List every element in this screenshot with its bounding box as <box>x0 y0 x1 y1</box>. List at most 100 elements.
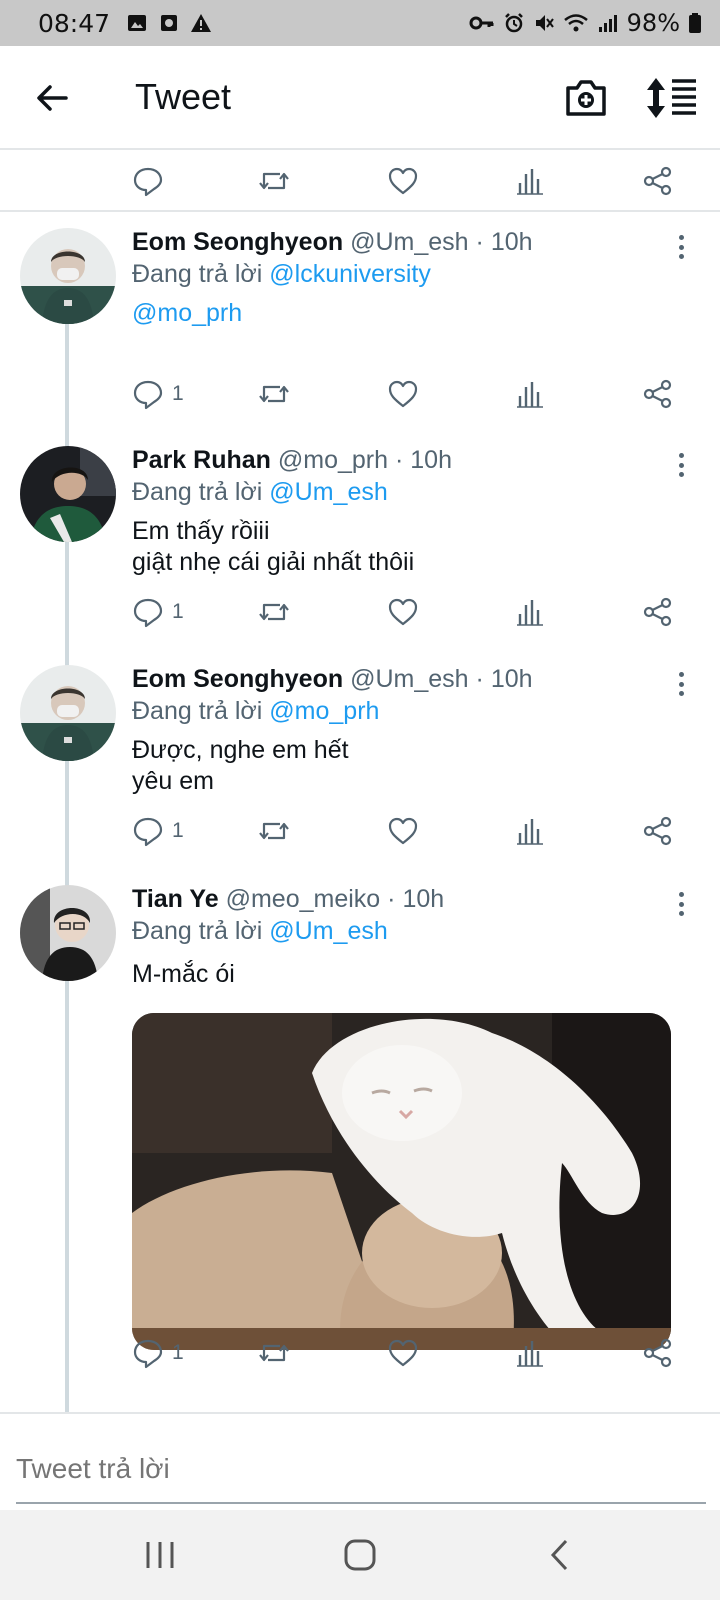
tweet-text-line: Em thấy rồiii <box>132 517 270 545</box>
author-handle[interactable]: @Um_esh <box>350 228 468 256</box>
replying-to: Đang trả lời @Um_esh <box>132 917 388 946</box>
share-button[interactable] <box>642 374 674 414</box>
status-bar: 08:47 98% <box>0 0 720 46</box>
more-options-button[interactable] <box>670 450 692 480</box>
reply-button[interactable]: 1 <box>132 374 184 414</box>
back-button[interactable] <box>30 76 74 120</box>
like-button[interactable] <box>387 811 419 851</box>
author-name[interactable]: Park Ruhan <box>132 446 271 474</box>
author-handle[interactable]: @Um_esh <box>350 665 468 693</box>
reply-button[interactable] <box>132 161 164 201</box>
heart-icon <box>388 167 418 195</box>
avatar-photo <box>20 446 116 542</box>
tweet-text-line: giật nhẹ cái giải nhất thôii <box>132 548 415 576</box>
like-button[interactable] <box>387 592 419 632</box>
replying-to-label: Đang trả lời <box>132 697 263 725</box>
reply-button[interactable]: 1 <box>132 811 184 851</box>
heart-icon <box>388 817 418 845</box>
like-button[interactable] <box>387 374 419 414</box>
avatar-photo <box>20 665 116 761</box>
reply-count: 1 <box>172 1341 184 1364</box>
retweet-icon <box>259 385 289 403</box>
avatar[interactable] <box>20 228 116 324</box>
reply-button[interactable]: 1 <box>132 1333 184 1373</box>
mention-link[interactable]: @mo_prh <box>132 299 242 327</box>
share-button[interactable] <box>642 811 674 851</box>
sort-replies-button[interactable] <box>646 74 698 122</box>
retweet-button[interactable] <box>258 592 290 632</box>
mention-link[interactable]: @lckuniversity <box>269 260 431 288</box>
tweet-header: Park Ruhan @mo_prh · 10h <box>132 446 452 475</box>
home-icon <box>344 1539 376 1571</box>
camera-button[interactable] <box>562 74 610 122</box>
author-handle[interactable]: @mo_prh <box>278 446 388 474</box>
share-button[interactable] <box>642 592 674 632</box>
reply-icon <box>133 167 163 197</box>
like-button[interactable] <box>387 161 419 201</box>
tweet-header: Eom Seonghyeon @Um_esh · 10h <box>132 665 533 694</box>
more-options-button[interactable] <box>670 669 692 699</box>
reply-count: 1 <box>172 819 184 842</box>
author-handle[interactable]: @meo_meiko <box>226 885 381 913</box>
page-title: Tweet <box>135 76 232 117</box>
retweet-icon <box>259 172 289 190</box>
mention-link[interactable]: @Um_esh <box>269 478 387 506</box>
separator-dot: · <box>475 665 484 693</box>
cat-photo <box>132 1013 671 1350</box>
input-underline <box>16 1502 706 1504</box>
tweet-actions: 1 <box>132 374 692 414</box>
retweet-icon <box>259 603 289 621</box>
battery-percent: 98% <box>626 9 680 37</box>
bar-chart-icon <box>517 600 543 626</box>
tweet-media-image[interactable] <box>132 1013 671 1350</box>
more-options-button[interactable] <box>670 889 692 919</box>
analytics-button[interactable] <box>514 1333 546 1373</box>
tweet-text: M-mắc ói <box>132 959 235 990</box>
like-button[interactable] <box>387 1333 419 1373</box>
tweet-header: Tian Ye @meo_meiko · 10h <box>132 885 444 914</box>
signal-icon <box>598 15 617 32</box>
tweet-actions: 1 <box>132 592 692 632</box>
reply-button[interactable]: 1 <box>132 592 184 632</box>
gallery-notification-icon <box>128 15 147 31</box>
author-name[interactable]: Eom Seonghyeon <box>132 665 343 693</box>
system-navigation-bar <box>0 1510 720 1600</box>
analytics-button[interactable] <box>514 811 546 851</box>
system-back-button[interactable] <box>530 1532 590 1578</box>
home-button[interactable] <box>330 1532 390 1578</box>
reply-input[interactable] <box>16 1440 706 1498</box>
mention-link[interactable]: @Um_esh <box>269 917 387 945</box>
retweet-button[interactable] <box>258 1333 290 1373</box>
share-button[interactable] <box>642 161 674 201</box>
app-notification-icon <box>161 15 178 31</box>
status-time: 08:47 <box>38 8 111 38</box>
replying-to-label: Đang trả lời <box>132 917 263 945</box>
retweet-button[interactable] <box>258 161 290 201</box>
retweet-button[interactable] <box>258 374 290 414</box>
share-button[interactable] <box>642 1333 674 1373</box>
reply-icon <box>133 817 163 847</box>
reply-icon <box>133 1339 163 1369</box>
retweet-button[interactable] <box>258 811 290 851</box>
analytics-button[interactable] <box>514 374 546 414</box>
mention-link[interactable]: @mo_prh <box>269 697 379 725</box>
more-options-button[interactable] <box>670 232 692 262</box>
avatar[interactable] <box>20 885 116 981</box>
avatar[interactable] <box>20 446 116 542</box>
bar-chart-icon <box>517 169 543 195</box>
separator-dot: · <box>395 446 404 474</box>
recent-apps-button[interactable] <box>130 1532 190 1578</box>
share-icon <box>643 816 672 846</box>
avatar[interactable] <box>20 665 116 761</box>
retweet-icon <box>259 822 289 840</box>
analytics-button[interactable] <box>514 161 546 201</box>
avatar-photo <box>20 228 116 324</box>
replying-to: Đang trả lời @mo_prh <box>132 697 379 726</box>
author-name[interactable]: Eom Seonghyeon <box>132 228 343 256</box>
tweet-text: Được, nghe em hết yêu em <box>132 735 349 797</box>
share-icon <box>643 1338 672 1368</box>
wifi-icon <box>563 14 588 32</box>
analytics-button[interactable] <box>514 592 546 632</box>
reply-icon <box>133 380 163 410</box>
author-name[interactable]: Tian Ye <box>132 885 219 913</box>
